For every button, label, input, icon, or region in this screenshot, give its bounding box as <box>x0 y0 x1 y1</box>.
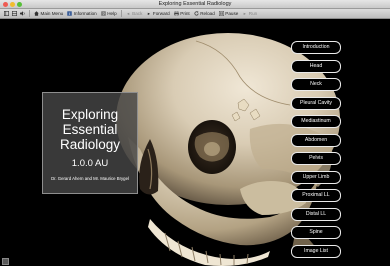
toolbar: Main Menu i Information ? Help ◂ Back ▸ … <box>0 9 390 19</box>
toolbar-separator <box>29 10 30 17</box>
back-label: Back <box>132 11 143 16</box>
print-label: Print <box>180 11 190 16</box>
section-nav: Introduction Head Neck Pleural Cavity Me… <box>291 41 341 264</box>
app-title-line2: Essential <box>62 122 118 137</box>
run-label: Run <box>248 11 258 16</box>
printer-icon <box>173 11 179 17</box>
pause-button[interactable]: Pause <box>218 10 239 17</box>
main-menu-button[interactable]: Main Menu <box>34 11 63 16</box>
app-version: 1.0.0 AU <box>71 158 109 169</box>
reload-button[interactable]: Reload <box>194 11 215 16</box>
main-content: Exploring Essential Radiology 1.0.0 AU D… <box>0 19 390 266</box>
info-icon: i <box>67 11 73 16</box>
nav-button-head[interactable]: Head <box>291 59 341 73</box>
nav-button-mediastinum[interactable]: Mediastinum <box>291 115 341 129</box>
reload-icon <box>194 11 199 16</box>
forward-label: Forward <box>152 11 170 16</box>
play-icon: ▸ <box>243 11 246 16</box>
pause-icon <box>218 10 224 17</box>
app-authors: Dr. Gerard Ahern and Mr. Maurice Brygel <box>51 176 129 181</box>
nav-button-image-list[interactable]: Image List <box>291 245 341 259</box>
app-title: Exploring Essential Radiology <box>43 107 137 152</box>
arrow-right-icon: ▸ <box>147 11 151 16</box>
nav-button-spine[interactable]: Spine <box>291 226 341 240</box>
layout-icon <box>12 11 18 17</box>
layout-button[interactable] <box>12 11 18 17</box>
window-title: Exploring Essential Radiology <box>158 1 232 7</box>
title-overlay-panel: Exploring Essential Radiology 1.0.0 AU D… <box>42 92 138 194</box>
svg-text:i: i <box>69 11 70 16</box>
nav-button-introduction[interactable]: Introduction <box>291 41 341 54</box>
window-titlebar: Exploring Essential Radiology <box>0 0 390 9</box>
volume-button[interactable] <box>20 11 25 16</box>
arrow-left-icon: ◂ <box>127 11 130 16</box>
sidebar-icon <box>4 11 10 17</box>
forward-button[interactable]: ▸ Forward <box>146 11 170 16</box>
nav-button-abdomen[interactable]: Abdomen <box>291 133 341 147</box>
reload-label: Reload <box>200 11 215 16</box>
nav-button-pleural-cavity[interactable]: Pleural Cavity <box>291 96 341 110</box>
help-icon: ? <box>100 11 106 16</box>
speaker-icon <box>20 11 25 16</box>
home-icon <box>34 11 39 16</box>
run-button[interactable]: ▸ Run <box>242 11 258 16</box>
nav-button-upper-limb[interactable]: Upper Limb <box>291 170 341 184</box>
app-title-line3: Radiology <box>59 137 121 152</box>
toolbar-separator <box>120 10 122 17</box>
app-title-line1: Exploring <box>61 107 119 122</box>
back-button[interactable]: ◂ Back <box>126 11 143 16</box>
nav-button-pelvis[interactable]: Pelvis <box>291 152 341 166</box>
information-label: Information <box>73 11 97 16</box>
nav-button-proximal-ll[interactable]: Proximal LL <box>291 189 341 203</box>
main-menu-label: Main Menu <box>40 11 64 16</box>
help-label: Help <box>107 11 117 16</box>
pause-label: Pause <box>225 11 239 16</box>
print-button[interactable]: Print <box>173 11 190 17</box>
sidebar-toggle-button[interactable] <box>4 11 10 17</box>
help-button[interactable]: ? Help <box>100 11 117 16</box>
resize-handle-icon[interactable] <box>2 258 9 265</box>
nav-button-distal-ll[interactable]: Distal LL <box>291 207 341 221</box>
information-button[interactable]: i Information <box>67 11 97 16</box>
nav-button-neck[interactable]: Neck <box>291 78 341 92</box>
